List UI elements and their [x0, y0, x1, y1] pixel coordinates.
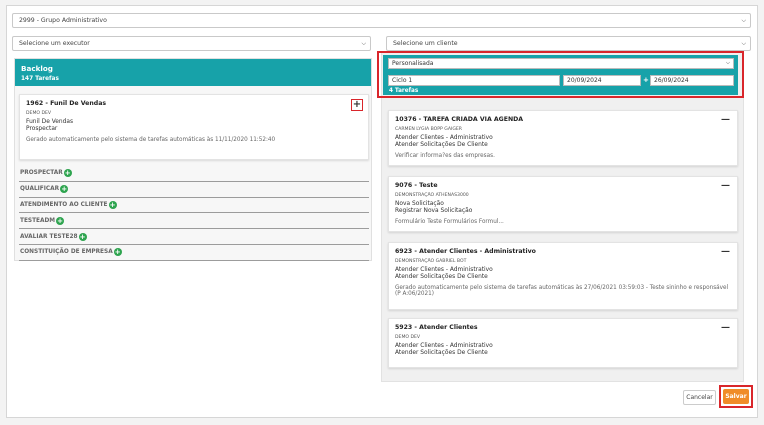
task-activity: Atender Clientes - Administrativo: [395, 267, 493, 273]
stage-list: PROSPECTAR + QUALIFICAR + ATENDIMENTO AO…: [19, 166, 369, 261]
cycle-task-card[interactable]: 10376 - TAREFA CRIADA VIA AGENDA CARMEN …: [388, 110, 738, 166]
stage-label: ATENDIMENTO AO CLIENTE: [20, 201, 108, 208]
stage-item-constituicao[interactable]: CONSTITUIÇÃO DE EMPRESA +: [19, 245, 369, 261]
group-select[interactable]: 2999 - Grupo Administrativo ⌵: [12, 13, 751, 28]
backlog-title: Backlog: [21, 64, 53, 73]
chevron-down-icon: ⌵: [741, 17, 746, 24]
backlog-task-card[interactable]: 1962 - Funil De Vendas DEMO DEV Funil De…: [19, 94, 369, 160]
task-subactivity: Atender Solicitações De Cliente: [395, 350, 488, 356]
add-to-cycle-button[interactable]: +: [351, 99, 363, 111]
date-start-input[interactable]: 20/09/2024: [563, 75, 641, 86]
stage-label: QUALIFICAR: [20, 186, 60, 193]
task-note: Gerado automaticamente pelo sistema de t…: [395, 285, 729, 297]
task-title: 6923 - Atender Clientes - Administrativo: [395, 248, 536, 255]
cycle-task-card[interactable]: 9076 - Teste DEMONSTRAÇÃO ATHENAS3000 No…: [388, 176, 738, 232]
stage-item-avaliar[interactable]: AVALIAR TESTE28 +: [19, 229, 369, 245]
task-subactivity: Atender Solicitações De Cliente: [395, 274, 488, 280]
stage-label: PROSPECTAR: [20, 170, 63, 177]
task-title: 5923 - Atender Clientes: [395, 324, 478, 331]
date-separator: +: [643, 76, 649, 84]
remove-from-cycle-icon[interactable]: —: [721, 181, 730, 191]
cycle-task-card[interactable]: 6923 - Atender Clientes - Administrativo…: [388, 242, 738, 310]
period-select-value: Personalisada: [392, 60, 434, 67]
backlog-count: 147 Tarefas: [21, 76, 59, 82]
expand-plus-icon[interactable]: +: [113, 248, 122, 257]
cycle-task-card[interactable]: 5923 - Atender Clientes DEMO DEV Atender…: [388, 318, 738, 368]
task-title: 9076 - Teste: [395, 182, 438, 189]
save-button[interactable]: Salvar: [723, 389, 749, 404]
backlog-panel: Backlog 147 Tarefas 1962 - Funil De Vend…: [14, 58, 372, 261]
client-select[interactable]: Selecione um cliente ⌵: [386, 36, 751, 51]
task-activity: Funil De Vendas: [26, 119, 74, 125]
stage-label: AVALIAR TESTE28: [20, 233, 78, 240]
executor-select-placeholder: Selecione um executor: [19, 40, 90, 47]
remove-from-cycle-icon[interactable]: —: [721, 115, 730, 125]
stage-item-prospectar[interactable]: PROSPECTAR +: [19, 166, 369, 182]
chevron-down-icon: ⌵: [361, 40, 366, 47]
task-activity: Atender Clientes - Administrativo: [395, 135, 493, 141]
chevron-down-icon: ⌵: [725, 60, 730, 66]
remove-from-cycle-icon[interactable]: —: [721, 323, 730, 333]
expand-plus-icon[interactable]: +: [78, 232, 87, 241]
task-client: DEMONSTRAÇÃO GABRIEL BOT: [395, 259, 467, 264]
stage-label: TESTEADM: [20, 217, 56, 224]
task-note: Verificar informa?es das empresas.: [395, 153, 495, 159]
backlog-header: Backlog 147 Tarefas: [15, 59, 371, 86]
task-client: CARMEN LYGIA BOPP GAIGER: [395, 127, 462, 132]
period-select[interactable]: Personalisada ⌵: [388, 58, 734, 69]
task-subactivity: Atender Solicitações De Cliente: [395, 142, 488, 148]
expand-plus-icon[interactable]: +: [63, 169, 72, 178]
task-client: DEMO DEV: [26, 111, 52, 116]
chevron-down-icon: ⌵: [741, 40, 746, 47]
group-select-value: 2999 - Grupo Administrativo: [19, 17, 107, 24]
task-activity: Atender Clientes - Administrativo: [395, 343, 493, 349]
task-client: DEMO DEV: [395, 335, 421, 340]
executor-select[interactable]: Selecione um executor ⌵: [12, 36, 371, 51]
cycle-name-input[interactable]: Ciclo 1: [388, 75, 560, 86]
cycle-task-count: 4 Tarefas: [389, 88, 419, 94]
expand-plus-icon[interactable]: +: [60, 185, 69, 194]
task-note: Formulário Teste Formulários Formul...: [395, 219, 504, 225]
task-subactivity: Registrar Nova Solicitação: [395, 208, 473, 214]
stage-item-atendimento[interactable]: ATENDIMENTO AO CLIENTE +: [19, 198, 369, 214]
stage-label: CONSTITUIÇÃO DE EMPRESA: [20, 249, 113, 256]
task-client: DEMONSTRAÇÃO ATHENAS3000: [395, 193, 469, 198]
remove-from-cycle-icon[interactable]: —: [721, 247, 730, 257]
task-activity: Nova Solicitação: [395, 201, 444, 207]
task-title: 10376 - TAREFA CRIADA VIA AGENDA: [395, 116, 524, 123]
client-select-placeholder: Selecione um cliente: [393, 40, 458, 47]
stage-item-testeadm[interactable]: TESTEADM +: [19, 213, 369, 230]
expand-plus-icon[interactable]: +: [108, 200, 117, 209]
date-end-input[interactable]: 26/09/2024: [650, 75, 734, 86]
task-note: Gerado automaticamente pelo sistema de t…: [26, 137, 276, 143]
cancel-button[interactable]: Cancelar: [683, 390, 716, 405]
expand-plus-icon[interactable]: +: [56, 216, 65, 225]
task-title: 1962 - Funil De Vendas: [26, 100, 107, 107]
stage-item-qualificar[interactable]: QUALIFICAR +: [19, 182, 369, 198]
task-subactivity: Prospectar: [26, 126, 58, 132]
